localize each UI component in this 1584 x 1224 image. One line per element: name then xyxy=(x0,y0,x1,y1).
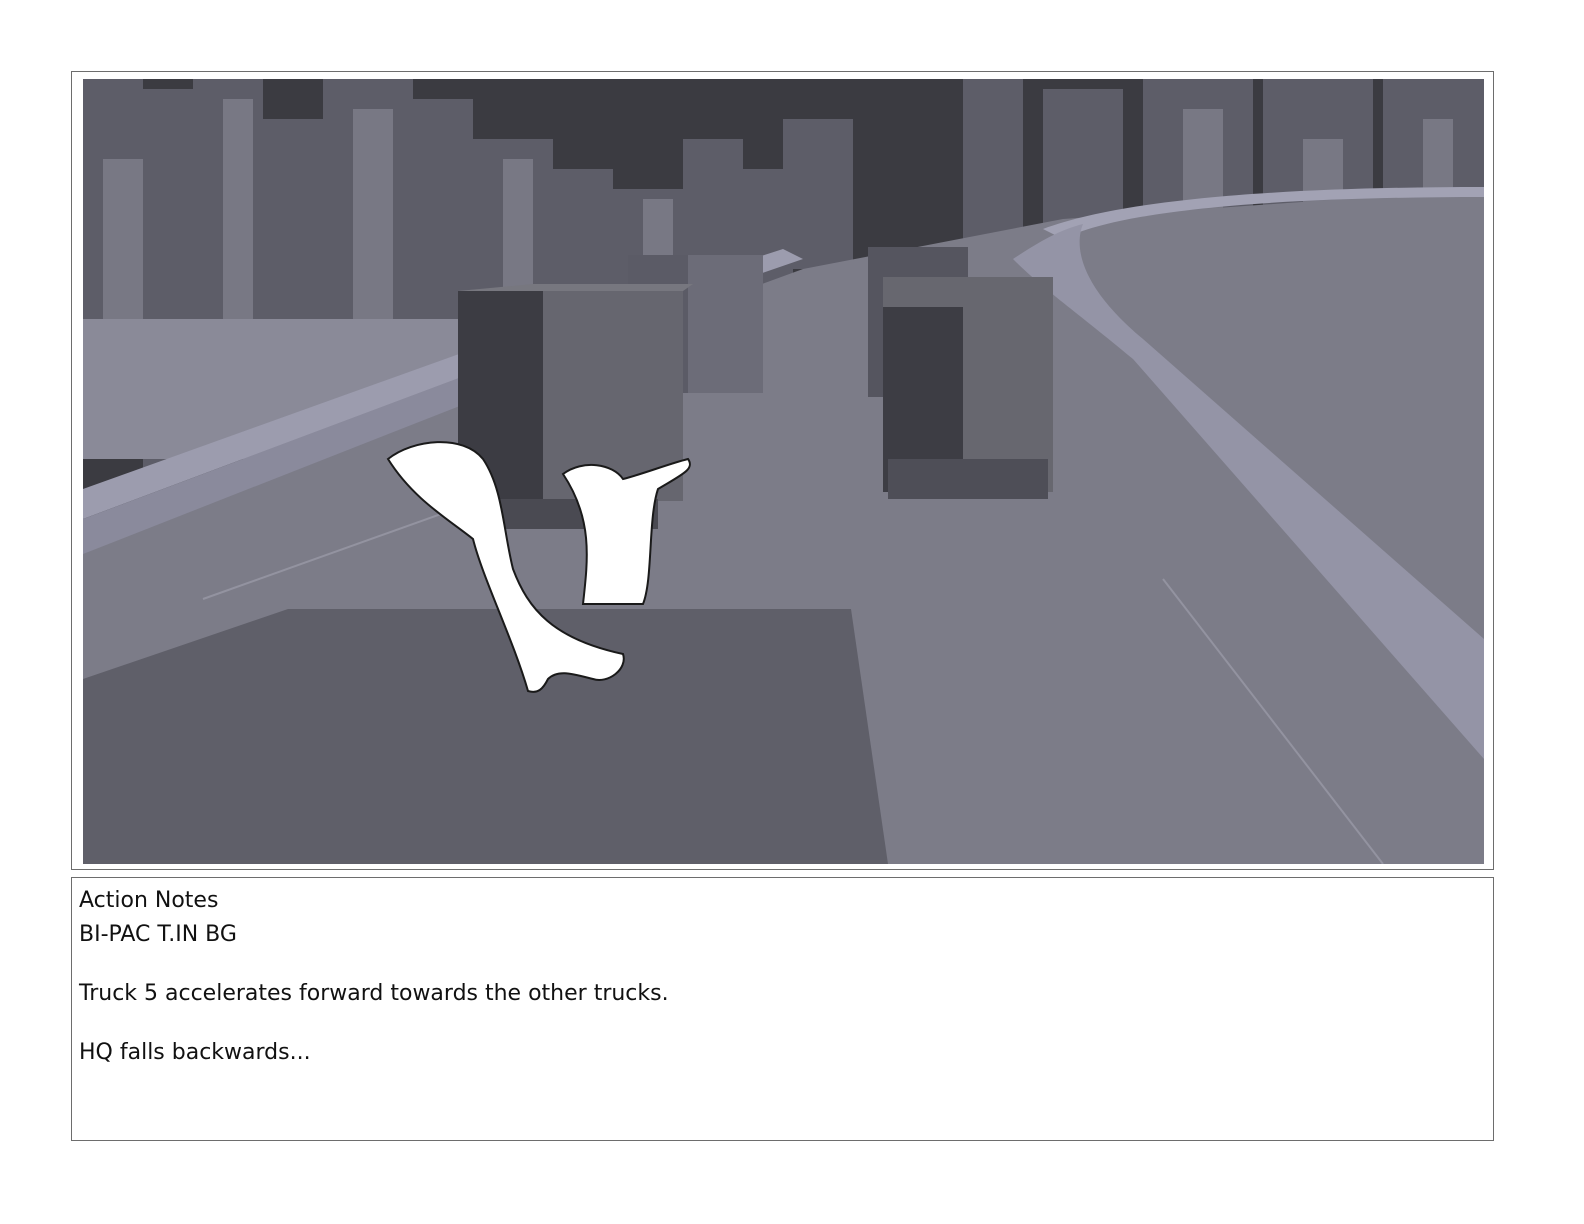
action-note-line: HQ falls backwards... xyxy=(79,1040,311,1065)
action-notes-box: Action Notes BI-PAC T.IN BG Truck 5 acce… xyxy=(71,877,1494,1141)
city-highway-scene xyxy=(83,79,1484,864)
action-note-line: BI-PAC T.IN BG xyxy=(79,922,237,947)
storyboard-panel xyxy=(71,71,1494,870)
action-note-line: Truck 5 accelerates forward towards the … xyxy=(79,981,669,1006)
storyboard-frame-image xyxy=(83,79,1484,864)
action-notes-heading: Action Notes xyxy=(79,888,219,913)
